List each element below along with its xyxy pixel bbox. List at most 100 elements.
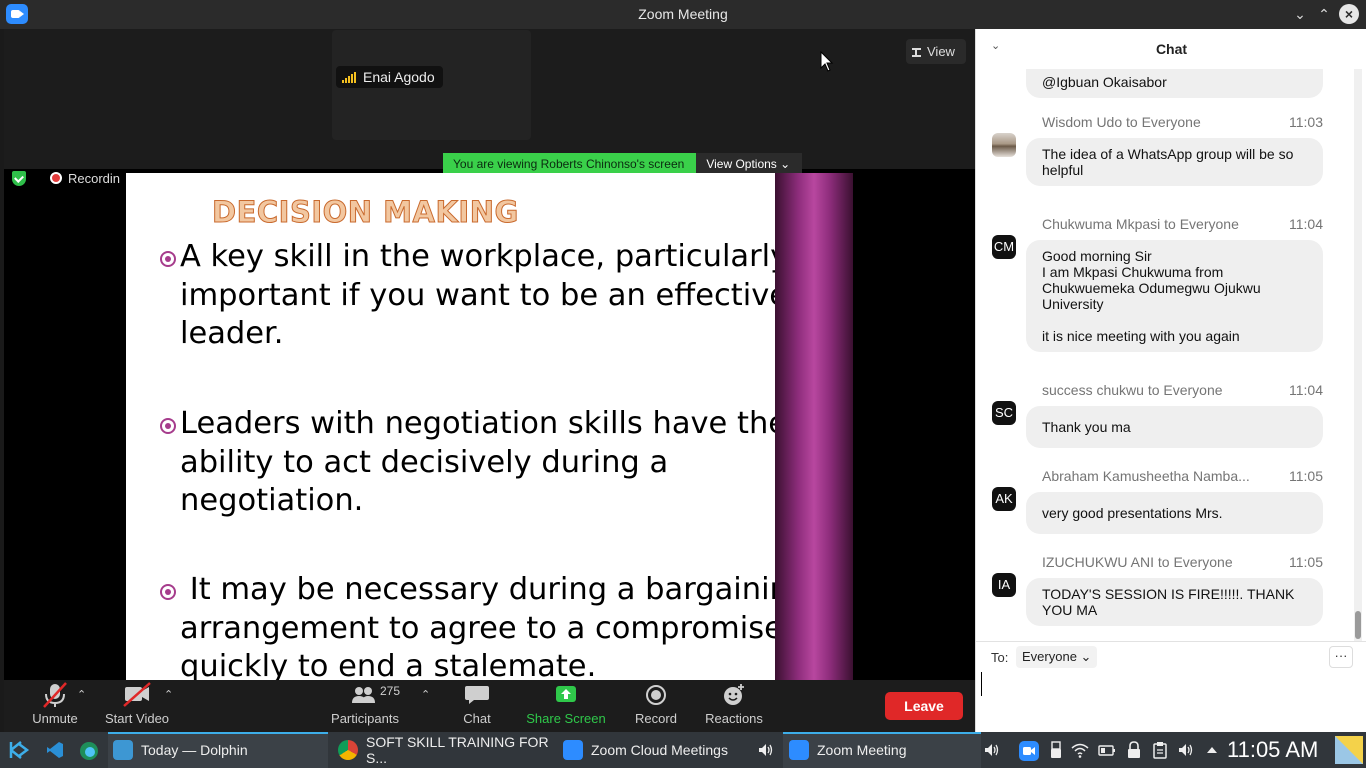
- chat-message-bubble: The idea of a WhatsApp group will be so …: [1026, 138, 1323, 186]
- participant-name: Enai Agodo: [363, 69, 435, 85]
- start-video-button[interactable]: Start Video: [102, 680, 172, 732]
- kde-launcher-icon[interactable]: [8, 739, 30, 761]
- meeting-area: Enai Agodo View You are viewing Roberts …: [4, 29, 975, 680]
- participants-caret-icon[interactable]: ⌃: [421, 688, 430, 701]
- task-zoom-cloud[interactable]: Zoom Cloud Meetings: [563, 732, 773, 768]
- recipient-select[interactable]: Everyone ⌄: [1016, 646, 1098, 668]
- tray-expand-icon[interactable]: [1203, 741, 1221, 759]
- chat-message-bubble: TODAY'S SESSION IS FIRE!!!!!. THANK YOU …: [1026, 578, 1323, 626]
- task-dolphin[interactable]: Today — Dolphin: [108, 732, 328, 768]
- smiley-plus-icon: [702, 680, 766, 710]
- slide-bullet: A key skill in the workplace, particular…: [160, 238, 775, 354]
- chat-message-bubble: @Igbuan Okaisabor: [1026, 69, 1323, 98]
- chat-sender: success chukwu to Everyone 11:04: [1042, 382, 1323, 398]
- task-zoom-meeting[interactable]: Zoom Meeting: [783, 732, 981, 768]
- participants-icon: 275: [329, 680, 401, 710]
- unmute-button[interactable]: Unmute: [26, 680, 84, 732]
- view-button-label: View: [927, 44, 955, 59]
- chat-message-text: @Igbuan Okaisabor: [1042, 74, 1167, 90]
- bullet-icon: [160, 584, 176, 600]
- slide-bullet: It may be necessary during a bargaining …: [160, 571, 775, 680]
- chat-label: Chat: [463, 711, 491, 726]
- zoom-tray-icon[interactable]: [1019, 741, 1039, 761]
- taskbar: Today — Dolphin SOFT SKILL TRAINING FOR …: [0, 732, 1366, 768]
- chat-footer: To: Everyone ⌄ ···: [976, 641, 1366, 732]
- video-strip: Enai Agodo View: [4, 29, 975, 169]
- grid-view-icon: [912, 48, 921, 57]
- share-screen-button[interactable]: Share Screen: [524, 680, 608, 732]
- chat-sender-name: success chukwu to Everyone: [1042, 382, 1223, 398]
- avatar: CM: [992, 235, 1016, 259]
- zoom-icon: [563, 740, 583, 760]
- chat-message-list[interactable]: @Igbuan Okaisabor Wisdom Udo to Everyone…: [976, 69, 1356, 641]
- chevron-down-icon: ⌄: [1080, 649, 1092, 664]
- participants-button[interactable]: 275 Participants: [329, 680, 401, 732]
- chat-scrollbar[interactable]: [1354, 69, 1362, 641]
- close-icon[interactable]: ×: [1339, 4, 1359, 24]
- task-label: Today — Dolphin: [141, 742, 248, 758]
- chat-time: 11:05: [1289, 554, 1323, 570]
- view-button[interactable]: View: [906, 39, 966, 64]
- usb-device-icon[interactable]: [1047, 741, 1065, 759]
- share-screen-icon: [524, 680, 608, 710]
- show-desktop-icon[interactable]: [1334, 735, 1364, 765]
- recipient-label: To:: [991, 650, 1009, 665]
- scrollbar-thumb[interactable]: [1355, 611, 1361, 639]
- battery-icon[interactable]: [1098, 741, 1116, 759]
- recording-icon: [50, 172, 62, 184]
- avatar: IA: [992, 573, 1016, 597]
- maximize-icon[interactable]: ⌃: [1314, 4, 1334, 24]
- slide-side-decoration: [775, 173, 853, 680]
- vscode-icon[interactable]: [46, 741, 64, 759]
- view-options-label: View Options: [706, 157, 777, 171]
- chat-message-text: The idea of a WhatsApp group will be so …: [1042, 146, 1298, 178]
- leave-button[interactable]: Leave: [885, 692, 963, 720]
- participant-video-tile[interactable]: Enai Agodo: [332, 30, 531, 140]
- meeting-status: Recordin: [12, 168, 120, 188]
- task-label: SOFT SKILL TRAINING FOR S...: [366, 734, 549, 766]
- audio-options-caret-icon[interactable]: ⌃: [77, 688, 86, 701]
- screen-share-banner: You are viewing Roberts Chinonso's scree…: [443, 153, 803, 175]
- chat-input[interactable]: [981, 672, 1351, 696]
- chat-message-text: TODAY'S SESSION IS FIRE!!!!!. THANK YOU …: [1042, 586, 1299, 618]
- recipient-value: Everyone: [1022, 649, 1077, 664]
- chat-time: 11:03: [1289, 114, 1323, 130]
- window-title: Zoom Meeting: [638, 6, 728, 22]
- video-options-caret-icon[interactable]: ⌃: [164, 688, 173, 701]
- record-button[interactable]: Record: [632, 680, 680, 732]
- wifi-icon[interactable]: [1071, 741, 1089, 759]
- reactions-button[interactable]: Reactions: [702, 680, 766, 732]
- minimize-icon[interactable]: ⌄: [1290, 4, 1310, 24]
- task-chrome[interactable]: SOFT SKILL TRAINING FOR S...: [338, 732, 558, 768]
- security-shield-icon[interactable]: [12, 170, 26, 186]
- chat-message-text: very good presentations Mrs.: [1042, 505, 1223, 521]
- chat-title: Chat: [1155, 41, 1188, 57]
- bullet-text: Leaders with negotiation skills have the…: [180, 406, 775, 518]
- start-video-label: Start Video: [104, 711, 170, 726]
- chat-message-bubble: Good morning Sir I am Mkpasi Chukwuma fr…: [1026, 240, 1323, 352]
- speaker-icon[interactable]: [982, 741, 1000, 759]
- participant-name-tag: Enai Agodo: [336, 66, 443, 88]
- volume-icon[interactable]: [1176, 741, 1194, 759]
- video-off-icon: [102, 680, 172, 710]
- record-icon: [632, 680, 680, 710]
- clock[interactable]: 11:05 AM: [1227, 737, 1318, 763]
- folder-icon: [113, 740, 133, 760]
- chat-sender-name: Wisdom Udo to Everyone: [1042, 114, 1201, 130]
- chevron-down-icon: ⌄: [780, 157, 791, 171]
- chat-message-text: Good morning Sir I am Mkpasi Chukwuma fr…: [1042, 248, 1261, 344]
- chat-time: 11:04: [1289, 382, 1323, 398]
- view-options-button[interactable]: View Options ⌄: [696, 153, 803, 175]
- shared-slide: DECISION MAKING A key skill in the workp…: [126, 173, 775, 680]
- signal-strength-icon: [342, 71, 356, 83]
- chat-time: 11:05: [1289, 468, 1323, 484]
- chat-button[interactable]: Chat: [454, 680, 500, 732]
- muted-microphone-icon: [26, 680, 84, 710]
- bullet-icon: [160, 251, 176, 267]
- clipboard-icon[interactable]: [1151, 741, 1169, 759]
- lock-icon[interactable]: [1125, 741, 1143, 759]
- speaker-icon[interactable]: [756, 741, 774, 759]
- more-options-button[interactable]: ···: [1329, 646, 1353, 668]
- edge-dev-icon[interactable]: [79, 741, 99, 761]
- title-bar: Zoom Meeting ⌄ ⌃ ×: [0, 0, 1366, 29]
